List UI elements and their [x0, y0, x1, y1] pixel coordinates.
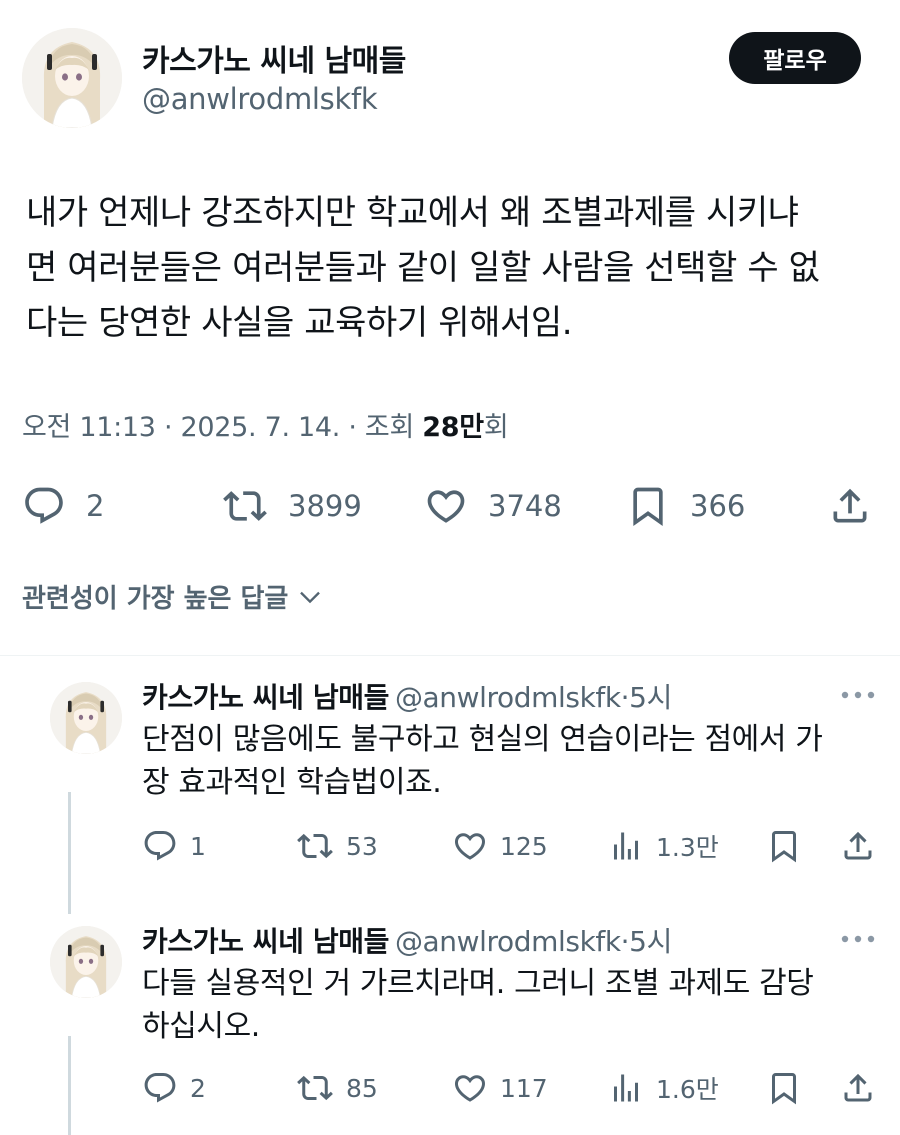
reply-avatar[interactable] — [50, 926, 122, 998]
reply-timestamp[interactable]: 5시 — [629, 681, 672, 714]
reply-author-name[interactable]: 카스가노 씨네 남매들 — [142, 925, 389, 958]
reply-count: 1 — [190, 831, 206, 861]
share-button[interactable] — [828, 484, 872, 528]
author-handle[interactable]: @anwlrodmlskfk — [142, 82, 378, 116]
reply-text: 다들 실용적인 거 가르치라며. 그러니 조별 과제도 감당 하십시오. — [142, 962, 882, 1048]
retweet-count: 3899 — [288, 489, 362, 523]
retweet-button[interactable]: 3899 — [222, 484, 362, 528]
reply-icon — [142, 828, 178, 864]
reply-timestamp[interactable]: 5시 — [629, 925, 672, 958]
reply-text-line: 장 효과적인 학습법이죠. — [142, 765, 442, 800]
share-icon — [840, 828, 876, 864]
views-button[interactable]: 1.6만 — [608, 1070, 719, 1106]
tweet-text-line: 내가 언제나 강조하지만 학교에서 왜 조별과제를 시키냐 — [26, 193, 799, 233]
separator-dot: · — [620, 681, 630, 714]
reply-avatar[interactable] — [50, 682, 122, 754]
reply-author-name[interactable]: 카스가노 씨네 남매들 — [142, 681, 389, 714]
like-count: 117 — [500, 1073, 548, 1103]
bookmark-icon — [766, 1070, 802, 1106]
bookmark-button[interactable] — [766, 828, 802, 864]
follow-button[interactable]: 팔로우 — [729, 32, 861, 84]
retweet-icon — [296, 1070, 334, 1106]
views-count: 1.3만 — [656, 833, 719, 862]
share-icon — [840, 1070, 876, 1106]
reply-text-line: 단점이 많음에도 불구하고 현실의 연습이라는 점에서 가 — [142, 722, 823, 757]
retweet-count: 53 — [346, 831, 378, 861]
reply-header: 카스가노 씨네 남매들 @anwlrodmlskfk·5시 — [142, 676, 672, 716]
tweet-text: 내가 언제나 강조하지만 학교에서 왜 조별과제를 시키냐 면 여러분들은 여러… — [26, 186, 876, 351]
views-count: 1.6만 — [656, 1075, 719, 1104]
views-button[interactable]: 1.3만 — [608, 828, 719, 864]
reply-button[interactable]: 2 — [22, 484, 104, 528]
like-count: 3748 — [488, 489, 562, 523]
retweet-count: 85 — [346, 1073, 378, 1103]
view-count: 28만 — [422, 412, 484, 443]
retweet-button[interactable]: 85 — [296, 1070, 378, 1106]
more-icon[interactable] — [840, 690, 876, 700]
view-count-suffix: 회 — [483, 412, 509, 443]
author-name[interactable]: 카스가노 씨네 남매들 — [142, 36, 406, 80]
heart-icon — [452, 1070, 488, 1106]
reply-button[interactable]: 1 — [142, 828, 206, 864]
tweet-timestamp[interactable]: 오전 11:13 · 2025. 7. 14. · 조회 — [22, 412, 422, 443]
chevron-down-icon — [296, 583, 324, 611]
avatar-image — [50, 682, 122, 754]
bookmark-icon — [626, 484, 670, 528]
views-icon — [608, 1070, 644, 1106]
heart-icon — [424, 484, 468, 528]
like-button[interactable]: 117 — [452, 1070, 548, 1106]
reply-count: 2 — [190, 1073, 206, 1103]
reply-text: 단점이 많음에도 불구하고 현실의 연습이라는 점에서 가 장 효과적인 학습법… — [142, 718, 882, 804]
bookmark-button[interactable]: 366 — [626, 484, 745, 528]
reply-author-handle[interactable]: @anwlrodmlskfk — [395, 925, 621, 958]
retweet-icon — [296, 828, 334, 864]
share-icon — [828, 484, 872, 528]
tweet-meta: 오전 11:13 · 2025. 7. 14. · 조회 28만회 — [22, 405, 509, 444]
reply-button[interactable]: 2 — [142, 1070, 206, 1106]
bookmark-icon — [766, 828, 802, 864]
tweet-text-line: 면 여러분들은 여러분들과 같이 일할 사람을 선택할 수 없 — [26, 248, 820, 288]
reply-author-handle[interactable]: @anwlrodmlskfk — [395, 681, 621, 714]
views-icon — [608, 828, 644, 864]
retweet-button[interactable]: 53 — [296, 828, 378, 864]
like-button[interactable]: 125 — [452, 828, 548, 864]
separator-dot: · — [620, 925, 630, 958]
divider — [0, 655, 900, 656]
reply-sort-dropdown[interactable]: 관련성이 가장 높은 답글 — [22, 578, 324, 615]
tweet-text-line: 다는 당연한 사실을 교육하기 위해서임. — [26, 303, 573, 343]
more-icon[interactable] — [840, 934, 876, 944]
thread-line — [68, 1036, 71, 1135]
avatar-image — [50, 926, 122, 998]
reply-icon — [22, 484, 66, 528]
reply-header: 카스가노 씨네 남매들 @anwlrodmlskfk·5시 — [142, 920, 672, 960]
heart-icon — [452, 828, 488, 864]
thread-line — [68, 792, 71, 914]
bookmark-count: 366 — [690, 489, 746, 523]
reply-count: 2 — [86, 489, 105, 523]
like-count: 125 — [500, 831, 548, 861]
reply-sort-label: 관련성이 가장 높은 답글 — [22, 584, 289, 614]
like-button[interactable]: 3748 — [424, 484, 562, 528]
share-button[interactable] — [840, 828, 876, 864]
share-button[interactable] — [840, 1070, 876, 1106]
retweet-icon — [222, 484, 268, 528]
reply-text-line: 다들 실용적인 거 가르치라며. 그러니 조별 과제도 감당 — [142, 966, 814, 1001]
author-avatar[interactable] — [22, 28, 122, 128]
avatar-image — [22, 28, 122, 128]
reply-icon — [142, 1070, 178, 1106]
reply-text-line: 하십시오. — [142, 1009, 260, 1044]
bookmark-button[interactable] — [766, 1070, 802, 1106]
